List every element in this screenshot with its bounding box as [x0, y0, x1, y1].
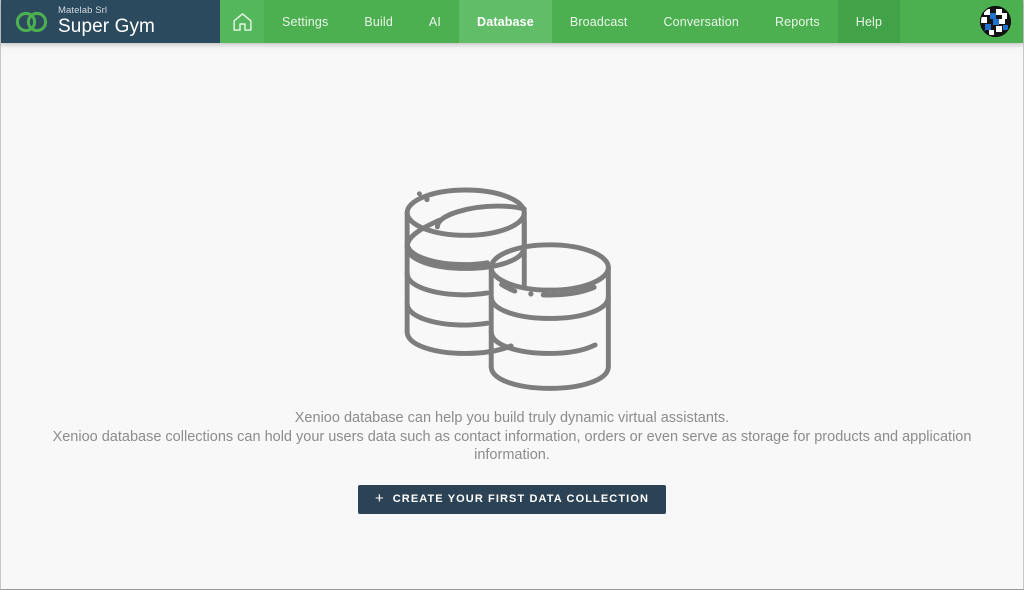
nav-item-label: Database [477, 14, 534, 29]
brand-logo-area[interactable]: Matelab Srl Super Gym [1, 0, 220, 43]
create-first-data-collection-button[interactable]: + Create your first data collection [357, 484, 667, 514]
nav-item-conversation[interactable]: Conversation [645, 0, 757, 43]
database-empty-state: Xenioo database can help you build truly… [1, 173, 1023, 514]
nav-item-label: Help [855, 14, 883, 29]
nav-item-label: Reports [774, 14, 820, 29]
database-stacks-icon [393, 173, 631, 395]
nav-item-reports[interactable]: Reports [756, 0, 838, 43]
nav-spacer [900, 0, 967, 43]
brand-company-name: Matelab Srl [58, 4, 108, 16]
avatar [979, 6, 1011, 37]
nav-item-label: Build [364, 14, 393, 29]
empty-state-line-1: Xenioo database can help you build truly… [294, 410, 730, 426]
create-first-data-collection-label: Create your first data collection [392, 493, 650, 505]
infinity-rings-icon [15, 11, 49, 33]
nav-item-broadcast[interactable]: Broadcast [551, 0, 646, 43]
brand-product-name: Super Gym [58, 16, 155, 38]
nav-item-help[interactable]: Help [837, 0, 901, 43]
nav-item-label: Settings [282, 14, 329, 29]
nav-item-ai[interactable]: AI [410, 0, 460, 43]
empty-state-description: Xenioo database can help you build truly… [32, 409, 992, 465]
nav-item-label: AI [428, 14, 442, 29]
nav-item-label: Broadcast [569, 14, 628, 29]
nav-item-label: Conversation [663, 14, 739, 29]
plus-icon: + [374, 489, 384, 507]
nav-item-settings[interactable]: Settings [264, 0, 347, 43]
app-window: Matelab Srl Super Gym Settings Build AI [0, 0, 1024, 590]
nav-item-build[interactable]: Build [346, 0, 411, 43]
empty-state-line-2: Xenioo database collections can hold you… [52, 428, 972, 464]
user-menu-button[interactable] [967, 0, 1023, 43]
brand-text: Matelab Srl Super Gym [58, 6, 155, 37]
top-navigation-bar: Matelab Srl Super Gym Settings Build AI [1, 0, 1023, 43]
home-icon [232, 12, 253, 32]
nav-home-button[interactable] [220, 0, 264, 43]
nav-item-database[interactable]: Database [459, 0, 552, 43]
main-nav: Settings Build AI Database Broadcast Con… [220, 0, 1023, 43]
main-content-area: Xenioo database can help you build truly… [1, 43, 1023, 589]
